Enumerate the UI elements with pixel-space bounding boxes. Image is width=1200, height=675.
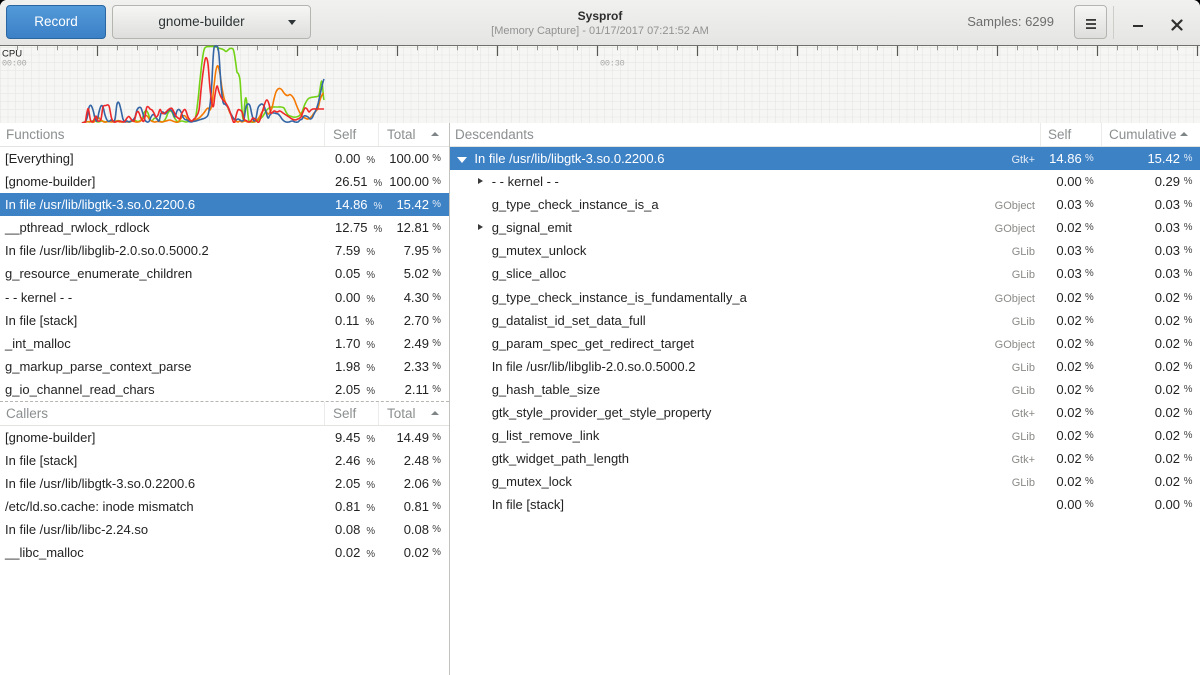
svg-text:00:00: 00:00 [2,59,27,69]
svg-text:00:30: 00:30 [600,59,625,69]
